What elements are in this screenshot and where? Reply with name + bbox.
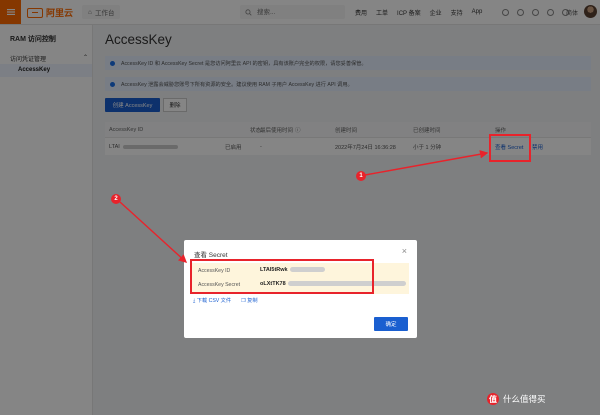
step-2-badge: 2 <box>111 194 121 204</box>
step-1-badge: 1 <box>356 171 366 181</box>
smzdm-logo-icon: 值 <box>487 393 499 405</box>
watermark-text: 什么值得买 <box>503 394 546 404</box>
arrow-2 <box>119 201 188 263</box>
annotation-arrows <box>119 150 489 263</box>
watermark: 值 什么值得买 <box>487 393 546 405</box>
arrow-1 <box>364 150 489 176</box>
